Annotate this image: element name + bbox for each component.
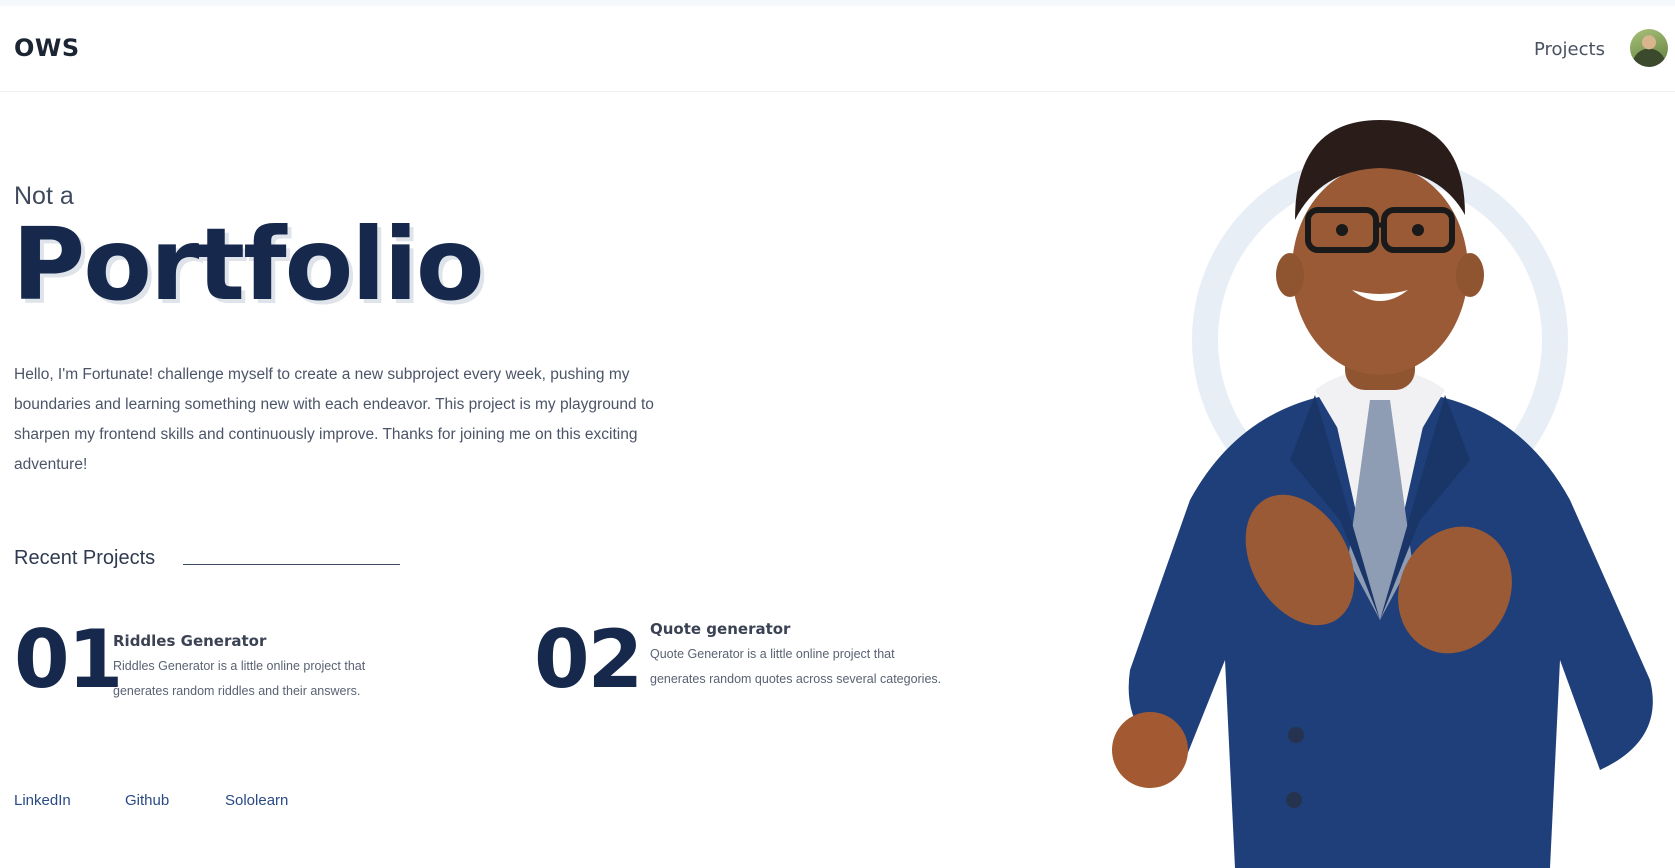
user-avatar-icon[interactable] <box>1630 29 1668 67</box>
heading-divider <box>183 564 400 565</box>
project-title[interactable]: Quote generator <box>650 620 790 638</box>
hero-intro: Hello, I'm Fortunate! challenge myself t… <box>14 366 654 473</box>
social-link-sololearn[interactable]: Sololearn <box>225 792 288 809</box>
site-header: OWS Projects <box>0 6 1675 92</box>
project-number: 01 <box>14 613 123 706</box>
hero-character-illustration <box>1112 120 1653 868</box>
project-number: 02 <box>534 613 643 706</box>
project-description: Riddles Generator is a little online pro… <box>113 659 366 698</box>
project-title[interactable]: Riddles Generator <box>113 632 266 650</box>
social-link-linkedin[interactable]: LinkedIn <box>14 792 71 809</box>
nav-projects-link[interactable]: Projects <box>1534 39 1605 60</box>
recent-projects-heading: Recent Projects <box>14 547 156 569</box>
project-description: Quote Generator is a little online proje… <box>650 647 942 686</box>
site-logo[interactable]: OWS <box>14 34 80 62</box>
hero-title: Portfolio <box>12 206 485 323</box>
social-link-github[interactable]: Github <box>125 792 169 809</box>
